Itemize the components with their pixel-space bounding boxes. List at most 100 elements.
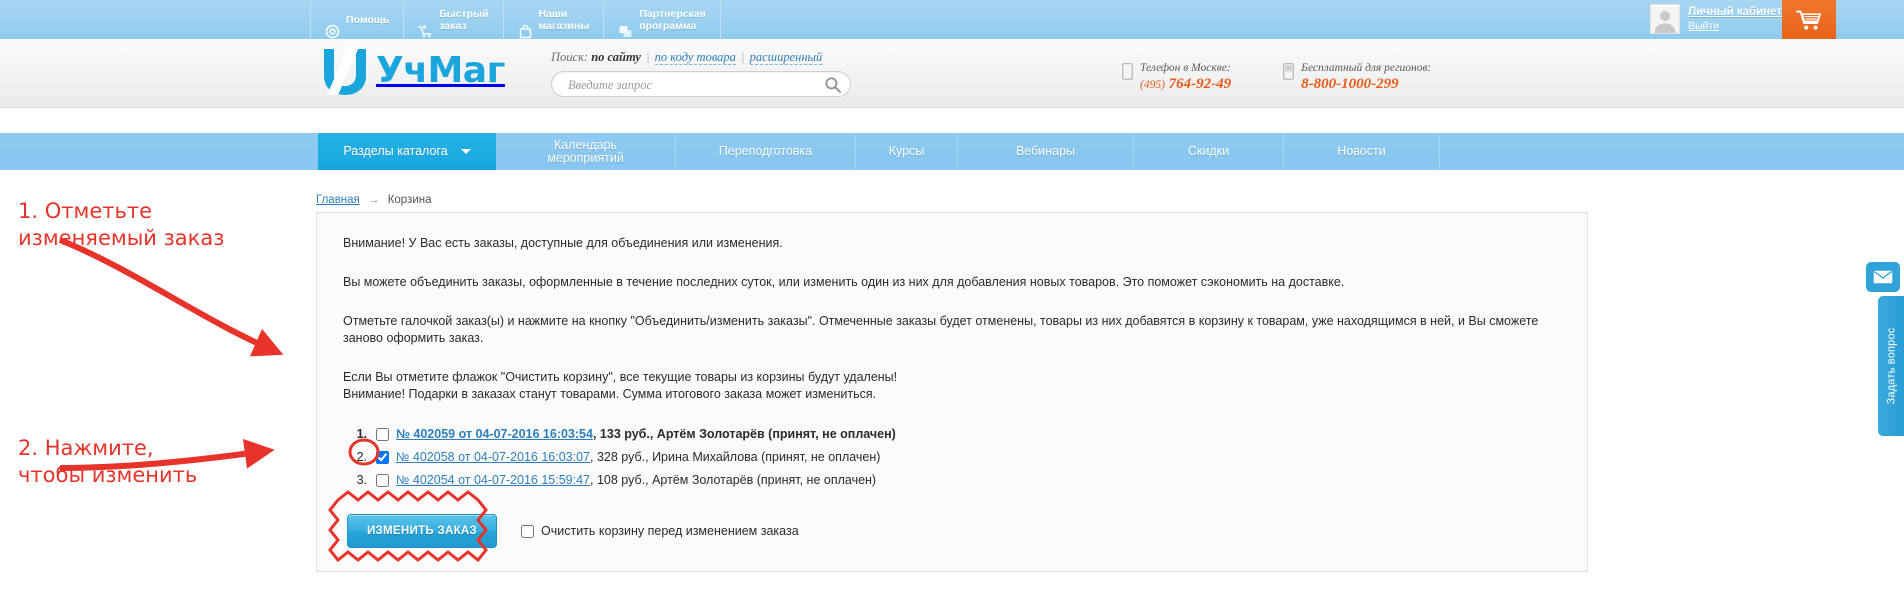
panel-paragraph-1: Внимание! У Вас есть заказы, доступные д… <box>343 236 783 250</box>
nav-item-label: Новости <box>1337 144 1386 158</box>
shopping-cart-icon <box>1796 9 1822 31</box>
envelope-icon <box>1873 270 1893 284</box>
uchmag-logo-icon <box>318 45 372 97</box>
search-box[interactable] <box>551 71 851 98</box>
search-input[interactable] <box>566 72 816 98</box>
breadcrumb-arrow: → <box>367 194 380 206</box>
user-avatar-icon <box>1651 7 1679 33</box>
search-submit-button[interactable] <box>824 76 842 94</box>
order-details: , 133 руб., Артём Золотарёв (принят, не … <box>592 427 896 441</box>
order-link-1[interactable]: № 402058 от 04-07-2016 16:03:07 <box>396 449 590 466</box>
search-mode-current: по сайту <box>591 50 641 64</box>
search-area: Поиск: по сайту | по коду товара | расши… <box>551 50 851 98</box>
top-link-our-shops[interactable]: Наши магазины <box>504 0 605 39</box>
lifebuoy-icon <box>325 12 340 39</box>
phone-caption: Бесплатный для регионов: <box>1301 62 1432 74</box>
search-icon <box>824 77 842 97</box>
panel-warning-line-1: Если Вы отметите флажок "Очистить корзин… <box>343 370 898 384</box>
chevron-down-icon <box>460 149 471 154</box>
search-sep-2: | <box>741 50 745 64</box>
phones-block: Телефон в Москве: (495) 764-92-49 Беспла… <box>1122 61 1431 94</box>
panel-paragraph-3: Отметьте галочкой заказ(ы) и нажмите на … <box>343 314 1539 345</box>
order-link-0[interactable]: № 402059 от 04-07-2016 16:03:54 <box>396 426 593 443</box>
top-utility-bar: Помощь Быстрый заказ Наши магазины Партн… <box>0 0 1904 39</box>
panel-actions: ИЗМЕНИТЬ ЗАКАЗ Очистить корзину перед из… <box>343 514 1561 548</box>
annotation-step-1: 1. Отметьте изменяемый заказ <box>18 199 225 250</box>
top-link-help[interactable]: Помощь <box>310 0 405 39</box>
change-order-button[interactable]: ИЗМЕНИТЬ ЗАКАЗ <box>347 514 497 548</box>
nav-item-label: Вебинары <box>1015 144 1076 158</box>
page-root: Помощь Быстрый заказ Наши магазины Партн… <box>0 0 1904 596</box>
nav-item-label: Переподготовка <box>718 144 813 158</box>
nav-item-2[interactable]: Переподготовка <box>676 133 856 170</box>
nav-item-label: Скидки <box>1187 144 1230 158</box>
ask-question-label: Задать вопрос <box>1885 327 1898 405</box>
phone-digits: 764-92-49 <box>1168 76 1232 92</box>
top-links-group: Помощь Быстрый заказ Наши магазины Партн… <box>310 0 721 39</box>
order-index: 2. <box>356 450 367 464</box>
phone-caption: Телефон в Москве: <box>1140 62 1231 74</box>
top-link-label: Партнерская программа <box>639 7 706 32</box>
top-link-partners[interactable]: Партнерская программа <box>604 0 721 39</box>
nav-item-6[interactable]: Новости <box>1284 133 1440 170</box>
site-header: УчМаг Поиск: по сайту | по коду товара |… <box>0 39 1904 108</box>
phone-digits: 8-800-1000-299 <box>1301 76 1399 92</box>
order-row: 2. № 402058 от 04-07-2016 16:03:07, 328 р… <box>347 446 1561 469</box>
account-block[interactable]: Личный кабинет Выйти <box>1650 4 1782 34</box>
search-mode-by-code[interactable]: по коду товара <box>654 50 736 65</box>
shop-bag-icon <box>518 12 533 39</box>
order-checkbox-1[interactable] <box>376 451 389 464</box>
order-index: 3. <box>356 473 367 487</box>
top-link-label: Помощь <box>346 13 390 26</box>
logout-link[interactable]: Выйти <box>1688 19 1782 33</box>
breadcrumb-current: Корзина <box>387 194 432 206</box>
ask-envelope-button[interactable] <box>1866 262 1900 292</box>
annotation-step-2: 2. Нажмите, чтобы изменить <box>18 436 198 487</box>
site-logo[interactable]: УчМаг <box>318 45 505 97</box>
search-sep-1: | <box>646 50 650 64</box>
phone-prefix: (495) <box>1140 79 1165 91</box>
clear-cart-checkbox[interactable] <box>521 524 534 538</box>
ask-question-tab[interactable]: Задать вопрос <box>1878 296 1904 436</box>
account-name-link[interactable]: Личный кабинет <box>1688 5 1782 19</box>
partners-icon <box>618 12 633 37</box>
search-label: Поиск: <box>551 50 589 64</box>
phone-number: 8-800-1000-299 <box>1301 75 1431 93</box>
order-details: , 108 руб., Артём Золотарёв (принят, не … <box>590 473 877 487</box>
avatar <box>1650 4 1680 34</box>
panel-warning-line-2: Внимание! Подарки в заказах станут товар… <box>343 387 877 401</box>
main-navigation: Разделы каталога Календарь мероприятий Пер… <box>0 133 1904 170</box>
phone-icon <box>1122 63 1133 80</box>
nav-item-0[interactable]: Разделы каталога <box>318 133 496 170</box>
cart-button[interactable] <box>1782 0 1836 39</box>
nav-item-1[interactable]: Календарь мероприятий <box>496 133 676 170</box>
top-link-label: Наши магазины <box>538 7 590 32</box>
fast-order-cart-icon <box>418 12 433 38</box>
order-row: 1. № 402059 от 04-07-2016 16:03:54, 133 р… <box>347 423 1561 446</box>
phone-number: (495) 764-92-49 <box>1140 75 1231 94</box>
breadcrumb-home[interactable]: Главная <box>316 194 360 206</box>
panel-paragraph-2: Вы можете объединить заказы, оформленные… <box>343 275 1345 289</box>
nav-item-label: Курсы <box>888 144 925 158</box>
phone-moscow: Телефон в Москве: (495) 764-92-49 <box>1122 61 1231 94</box>
order-row: 3. № 402054 от 04-07-2016 15:59:47, 108 р… <box>347 469 1561 492</box>
order-index: 1. <box>356 427 367 441</box>
annotation-arrow-1 <box>58 237 284 357</box>
order-details: , 328 руб., Ирина Михайлова (принят, не … <box>590 450 881 464</box>
order-checkbox-2[interactable] <box>376 474 389 487</box>
order-link-2[interactable]: № 402054 от 04-07-2016 15:59:47 <box>396 472 590 489</box>
order-checkbox-0[interactable] <box>376 428 389 441</box>
top-link-label: Быстрый заказ <box>439 7 489 32</box>
nav-item-label: Разделы каталога <box>343 144 448 158</box>
clear-cart-option[interactable]: Очистить корзину перед изменением заказа <box>521 523 799 540</box>
nav-item-5[interactable]: Скидки <box>1134 133 1284 170</box>
search-mode-labels: Поиск: по сайту | по коду товара | расши… <box>551 50 851 65</box>
nav-item-label: Календарь мероприятий <box>547 137 624 165</box>
nav-item-4[interactable]: Вебинары <box>958 133 1134 170</box>
orders-list: 1. № 402059 от 04-07-2016 16:03:54, 133 р… <box>343 423 1561 492</box>
nav-item-3[interactable]: Курсы <box>856 133 958 170</box>
top-link-fast-order[interactable]: Быстрый заказ <box>404 0 504 39</box>
clear-cart-label: Очистить корзину перед изменением заказа <box>541 523 799 538</box>
phone-regions: Бесплатный для регионов: 8-800-1000-299 <box>1283 61 1431 94</box>
search-mode-advanced[interactable]: расширенный <box>749 50 823 65</box>
